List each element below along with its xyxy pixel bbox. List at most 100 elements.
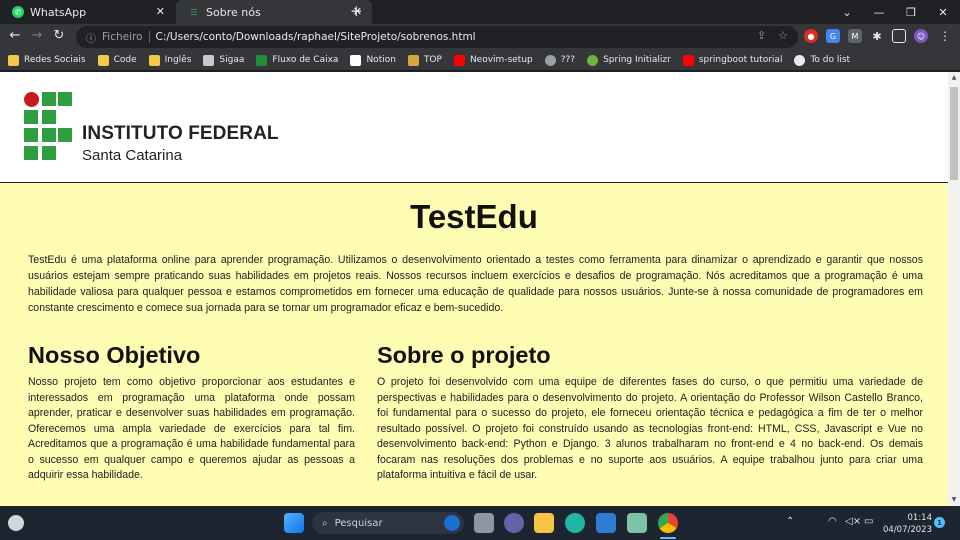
active-app-indicator — [660, 537, 676, 539]
new-tab-button[interactable]: + — [350, 2, 363, 20]
tab-search-icon[interactable]: ⌄ — [830, 0, 864, 24]
logo-square — [42, 92, 56, 106]
back-icon[interactable]: ← — [6, 28, 24, 43]
tab-title: WhatsApp — [30, 5, 87, 19]
taskbar: ⌕ Pesquisar ⌃ ◠ ◁× ▭ 01:14 04/07/2023 1 — [0, 506, 960, 540]
task-view-icon[interactable] — [474, 513, 494, 533]
logo-square — [24, 110, 38, 124]
logo-square — [42, 146, 56, 160]
globe-icon — [544, 54, 556, 66]
battery-icon[interactable]: ▭ — [864, 516, 873, 527]
edge-icon[interactable] — [565, 513, 585, 533]
teams-chat-icon[interactable] — [504, 513, 524, 533]
bookmark-neovim-setup[interactable]: Neovim-setup — [453, 54, 533, 66]
clock[interactable]: 01:14 04/07/2023 — [880, 512, 932, 536]
start-windows-icon[interactable] — [284, 513, 304, 533]
logo-campus-name: Santa Catarina — [82, 147, 183, 164]
extension-red-icon[interactable]: ● — [804, 29, 818, 43]
page-scrollbar[interactable]: ▲ ▼ — [948, 72, 960, 506]
clock-time: 01:14 — [907, 513, 933, 523]
address-bar[interactable]: ⓘ Ficheiro C:/Users/conto/Downloads/raph… — [76, 26, 798, 48]
close-window-button[interactable]: ✕ — [926, 0, 960, 24]
objective-paragraph: Nosso projeto tem como objetivo proporci… — [28, 376, 355, 481]
logo-square — [58, 128, 72, 142]
app-hex-icon[interactable] — [627, 513, 647, 533]
translate-icon[interactable]: G — [826, 29, 840, 43]
ifsc-logo[interactable]: INSTITUTO FEDERAL Santa Catarina — [24, 92, 279, 164]
bookmark-top[interactable]: TOP — [407, 54, 442, 66]
notification-badge[interactable]: 1 — [934, 517, 945, 528]
weather-icon[interactable] — [8, 515, 24, 531]
bookmark-spring-initializr[interactable]: Spring Initializr — [587, 54, 671, 66]
spring-icon — [587, 54, 599, 66]
close-tab-icon[interactable]: ✕ — [156, 5, 165, 18]
tab-title: Sobre nós — [206, 5, 261, 19]
menu-kebab-icon[interactable]: ⋮ — [938, 29, 952, 43]
project-heading: Sobre o projeto — [377, 342, 551, 368]
folder-icon — [97, 54, 109, 66]
trophy-icon — [407, 54, 419, 66]
whatsapp-icon: ✆ — [12, 6, 24, 18]
page-viewport: INSTITUTO FEDERAL Santa Catarina TestEdu… — [0, 72, 948, 506]
extensions-puzzle-icon[interactable]: ✱ — [870, 29, 884, 43]
page-title: TestEdu — [410, 198, 538, 235]
bookmark-code[interactable]: Code — [97, 54, 137, 66]
logo-square — [42, 110, 56, 124]
bookmark-fluxo-de-caixa[interactable]: Fluxo de Caixa — [256, 54, 338, 66]
clock-date: 04/07/2023 — [883, 525, 932, 535]
file-explorer-icon[interactable] — [534, 513, 554, 533]
folder-icon — [148, 54, 160, 66]
browser-toolbar: ← → ↻ ⓘ Ficheiro C:/Users/conto/Download… — [0, 24, 960, 50]
bookmarks-bar: Redes Sociais Code Inglês Sigaa Fluxo de… — [0, 50, 960, 71]
bookmark-to-do-list[interactable]: To do list — [794, 54, 850, 66]
globe-icon — [794, 54, 806, 66]
bookmark-unknown[interactable]: ??? — [544, 54, 575, 66]
tab-sobre-nos[interactable]: ☰ Sobre nós ✕ — [176, 0, 372, 24]
tray-chevron-icon[interactable]: ⌃ — [786, 516, 794, 527]
objective-heading: Nosso Objetivo — [28, 342, 201, 368]
site-header: INSTITUTO FEDERAL Santa Catarina — [0, 72, 948, 183]
search-placeholder: Pesquisar — [334, 517, 383, 529]
bookmark-ingles[interactable]: Inglês — [148, 54, 191, 66]
logo-institution-name: INSTITUTO FEDERAL — [82, 123, 279, 144]
scheme-label: Ficheiro — [102, 31, 143, 43]
sheets-icon — [256, 54, 268, 66]
scroll-down-icon[interactable]: ▼ — [948, 496, 960, 503]
logo-square — [24, 128, 38, 142]
youtube-icon — [682, 54, 694, 66]
info-icon[interactable]: ⓘ — [86, 30, 96, 45]
logo-red-circle — [24, 92, 39, 107]
bing-icon[interactable] — [444, 515, 460, 531]
youtube-icon — [453, 54, 465, 66]
chrome-icon[interactable] — [658, 513, 678, 533]
scroll-up-icon[interactable]: ▲ — [948, 74, 960, 81]
side-panel-icon[interactable] — [892, 29, 906, 43]
bookmark-star-icon[interactable]: ☆ — [778, 29, 788, 42]
logo-square — [42, 128, 56, 142]
page-icon: ☰ — [190, 7, 198, 17]
store-icon[interactable] — [596, 513, 616, 533]
logo-square — [24, 146, 38, 160]
restore-button[interactable]: ❐ — [894, 0, 928, 24]
notion-icon — [350, 54, 362, 66]
forward-icon[interactable]: → — [28, 28, 46, 43]
bookmark-springboot-tutorial[interactable]: springboot tutorial — [682, 54, 782, 66]
profile-avatar[interactable]: ☺ — [914, 29, 928, 43]
taskbar-search[interactable]: ⌕ Pesquisar — [312, 512, 464, 534]
url-text: C:/Users/conto/Downloads/raphael/SitePro… — [155, 31, 476, 43]
wifi-icon[interactable]: ◠ — [828, 516, 837, 527]
tab-whatsapp[interactable]: ✆ WhatsApp ✕ — [0, 0, 175, 24]
bookmark-redes-sociais[interactable]: Redes Sociais — [8, 54, 86, 66]
minimize-button[interactable]: — — [862, 0, 896, 24]
bookmark-notion[interactable]: Notion — [350, 54, 396, 66]
search-icon: ⌕ — [322, 517, 328, 529]
scrollbar-thumb[interactable] — [950, 87, 958, 180]
divider — [148, 31, 150, 43]
intro-paragraph: TestEdu é uma plataforma online para apr… — [28, 254, 923, 314]
sigaa-icon — [203, 54, 215, 66]
extension-m-icon[interactable]: M — [848, 29, 862, 43]
volume-mute-icon[interactable]: ◁× — [845, 516, 861, 527]
reload-icon[interactable]: ↻ — [50, 28, 68, 43]
share-icon[interactable]: ⇪ — [757, 29, 766, 42]
bookmark-sigaa[interactable]: Sigaa — [203, 54, 244, 66]
